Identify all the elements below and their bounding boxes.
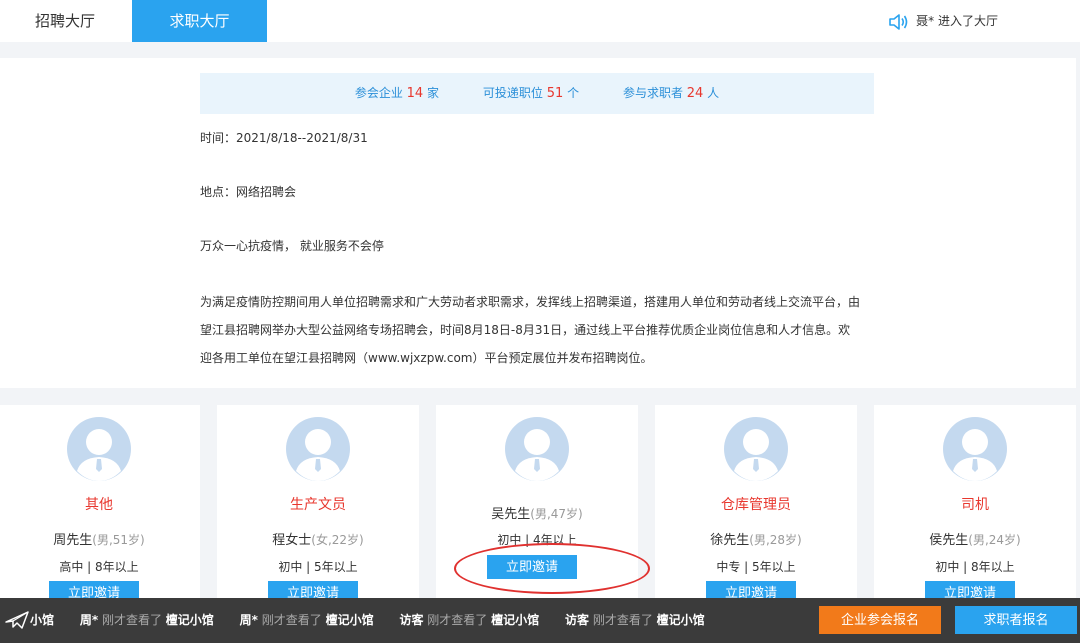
fair-description: 为满足疫情防控期间用人单位招聘需求和广大劳动者求职需求，发挥线上招聘渠道，搭建用… (200, 295, 861, 365)
candidate-card[interactable]: 其他 周先生(男,51岁) 高中 | 8年以上 立即邀请 (0, 405, 200, 605)
stat-positions-count: 51 (546, 86, 564, 101)
avatar-icon (286, 417, 350, 481)
job-title: 司机 (961, 497, 989, 513)
candidate-card[interactable]: 司机 侯先生(男,24岁) 初中 | 8年以上 立即邀请 (874, 405, 1076, 605)
stat-companies[interactable]: 参会企业 14 家 (355, 86, 439, 101)
ticker-item: 周* 刚才查看了 檀记小馆 (239, 613, 374, 627)
job-title: 生产文员 (290, 497, 346, 513)
entry-notice-text: 聂* 进入了大厅 (916, 14, 998, 28)
candidate-name: 徐先生(男,28岁) (710, 533, 802, 548)
enterprise-signup-button[interactable]: 企业参会报名 (819, 606, 941, 634)
stats-bar: 参会企业 14 家 可投递职位 51 个 参与求职者 24 人 (200, 73, 874, 114)
fair-info-panel: 参会企业 14 家 可投递职位 51 个 参与求职者 24 人 时间：2021/… (0, 58, 1076, 388)
ticker-item: 访客 刚才查看了 檀记小馆 (399, 613, 540, 627)
stat-positions[interactable]: 可投递职位 51 个 (483, 86, 579, 101)
candidate-card[interactable]: 吴先生(男,47岁) 初中 | 4年以上 立即邀请 (436, 405, 638, 605)
airplane-icon (5, 611, 29, 629)
speaker-icon (889, 13, 908, 30)
job-title: 仓库管理员 (721, 497, 791, 513)
ticker-item: 周* 刚才查看了 檀记小馆 (79, 613, 214, 627)
seeker-signup-button[interactable]: 求职者报名 (955, 606, 1077, 634)
stat-companies-count: 14 (406, 86, 424, 101)
candidate-edu: 初中 | 5年以上 (278, 560, 358, 574)
stat-seekers-count: 24 (686, 86, 704, 101)
candidate-card[interactable]: 生产文员 程女士(女,22岁) 初中 | 5年以上 立即邀请 (217, 405, 419, 605)
stat-seekers[interactable]: 参与求职者 24 人 (623, 86, 719, 101)
candidate-edu: 中专 | 5年以上 (716, 560, 796, 574)
entry-notice: 聂* 进入了大厅 (888, 0, 998, 42)
candidate-meta: (女,22岁) (311, 533, 364, 547)
candidate-name: 周先生(男,51岁) (53, 533, 145, 548)
candidate-edu: 高中 | 8年以上 (59, 560, 139, 574)
avatar-icon (505, 417, 569, 481)
tab-job-hall[interactable]: 求职大厅 (132, 0, 267, 42)
ticker-item: 小馆 (30, 613, 55, 627)
candidate-meta: (男,51岁) (92, 533, 145, 547)
avatar-icon (724, 417, 788, 481)
avatar-icon (943, 417, 1007, 481)
tab-recruit-hall[interactable]: 招聘大厅 (0, 0, 130, 42)
candidate-card[interactable]: 仓库管理员 徐先生(男,28岁) 中专 | 5年以上 立即邀请 (655, 405, 857, 605)
candidate-name: 侯先生(男,24岁) (929, 533, 1021, 548)
fair-slogan: 万众一心抗疫情， 就业服务不会停 (200, 239, 384, 253)
job-title: 其他 (85, 497, 113, 513)
candidate-name: 吴先生(男,47岁) (491, 507, 583, 522)
candidate-name: 程女士(女,22岁) (272, 533, 364, 548)
avatar-icon (67, 417, 131, 481)
fair-time: 时间：2021/8/18--2021/8/31 (200, 131, 368, 145)
top-bar: 招聘大厅 求职大厅 聂* 进入了大厅 (0, 0, 1080, 42)
candidate-edu: 初中 | 4年以上 (497, 533, 577, 547)
invite-button[interactable]: 立即邀请 (487, 555, 577, 579)
candidate-edu: 初中 | 8年以上 (935, 560, 1015, 574)
activity-ticker: 小馆 周* 刚才查看了 檀记小馆 周* 刚才查看了 檀记小馆 访客 刚才查看了 … (30, 598, 727, 643)
fair-place: 地点：网络招聘会 (200, 185, 297, 199)
candidate-meta: (男,24岁) (968, 533, 1021, 547)
candidate-meta: (男,28岁) (749, 533, 802, 547)
candidate-meta: (男,47岁) (530, 507, 583, 521)
ticker-item: 访客 刚才查看了 檀记小馆 (564, 613, 705, 627)
